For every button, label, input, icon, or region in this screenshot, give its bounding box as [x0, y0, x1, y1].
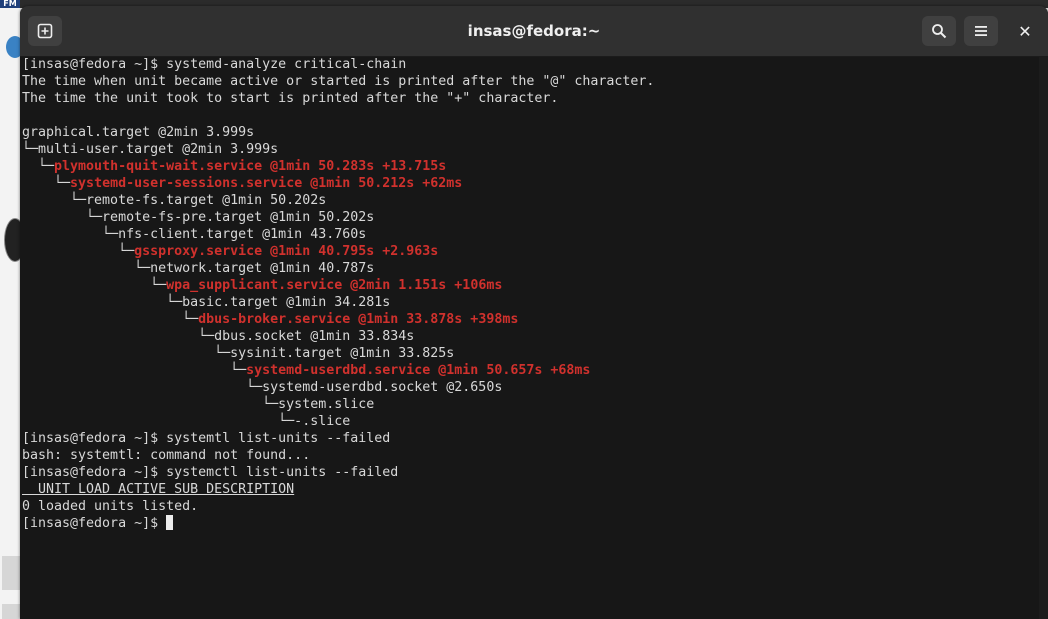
- search-icon: [932, 24, 947, 39]
- terminal-text: └─remote-fs-pre.target @1min 50.202s: [22, 210, 375, 225]
- terminal-text: [insas@fedora ~]$: [22, 516, 167, 531]
- terminal-line: graphical.target @2min 3.999s: [22, 124, 1036, 141]
- close-icon: ✕: [1018, 21, 1032, 41]
- terminal-text: [insas@fedora ~]$ systemd-analyze critic…: [22, 57, 407, 72]
- terminal-line: └─dbus.socket @1min 33.834s: [22, 328, 1036, 345]
- failed-unit-text: dbus-broker.service @1min 33.878s +398ms: [198, 312, 519, 327]
- terminal-line: └─systemd-user-sessions.service @1min 50…: [22, 175, 1036, 192]
- background-link-icon: [2, 556, 20, 590]
- terminal-text: └─dbus.socket @1min 33.834s: [22, 329, 415, 344]
- terminal-line: └─basic.target @1min 34.281s: [22, 294, 1036, 311]
- terminal-line: └─network.target @1min 40.787s: [22, 260, 1036, 277]
- terminal-window[interactable]: insas@fedora:~ ✕ [insas@fedora ~]$ syste…: [20, 6, 1048, 619]
- terminal-text: The time when unit became active or star…: [22, 74, 655, 89]
- terminal-line: The time when unit became active or star…: [22, 73, 1036, 90]
- terminal-line: └─dbus-broker.service @1min 33.878s +398…: [22, 311, 1036, 328]
- terminal-text: └─basic.target @1min 34.281s: [22, 295, 391, 310]
- terminal-text: └─system.slice: [22, 397, 375, 412]
- terminal-line: The time the unit took to start is print…: [22, 90, 1036, 107]
- terminal-text: [insas@fedora ~]$ systemctl list-units -…: [22, 465, 399, 480]
- terminal-text: └─-.slice: [22, 414, 351, 429]
- failed-unit-text: wpa_supplicant.service @2min 1.151s +106…: [166, 278, 503, 293]
- terminal-line: └─systemd-userdbd.socket @2.650s: [22, 379, 1036, 396]
- terminal-text: bash: systemtl: command not found...: [22, 448, 311, 463]
- terminal-text: graphical.target @2min 3.999s: [22, 125, 255, 140]
- terminal-text: └─: [22, 278, 167, 293]
- terminal-text: The time the unit took to start is print…: [22, 91, 559, 106]
- terminal-line: └─systemd-userdbd.service @1min 50.657s …: [22, 362, 1036, 379]
- close-button[interactable]: ✕: [1010, 16, 1040, 46]
- failed-unit-text: plymouth-quit-wait.service @1min 50.283s…: [54, 159, 447, 174]
- terminal-line: └─wpa_supplicant.service @2min 1.151s +1…: [22, 277, 1036, 294]
- terminal-line: [insas@fedora ~]$: [22, 515, 1036, 532]
- terminal-text: └─sysinit.target @1min 33.825s: [22, 346, 455, 361]
- terminal-line: └─nfs-client.target @1min 43.760s: [22, 226, 1036, 243]
- terminal-line: [insas@fedora ~]$ systemd-analyze critic…: [22, 56, 1036, 73]
- terminal-text: └─: [22, 176, 71, 191]
- terminal-text: 0 loaded units listed.: [22, 499, 199, 514]
- terminal-text: └─network.target @1min 40.787s: [22, 261, 375, 276]
- terminal-text: └─: [22, 363, 247, 378]
- terminal-line: [insas@fedora ~]$ systemctl list-units -…: [22, 464, 1036, 481]
- terminal-line: └─-.slice: [22, 413, 1036, 430]
- terminal-text: └─systemd-userdbd.socket @2.650s: [22, 380, 503, 395]
- background-panel: [2, 604, 20, 619]
- new-tab-button[interactable]: [28, 16, 62, 46]
- terminal-text: UNIT LOAD ACTIVE SUB DESCRIPTION: [22, 482, 295, 497]
- terminal-text: └─nfs-client.target @1min 43.760s: [22, 227, 367, 242]
- window-title: insas@fedora:~: [467, 22, 601, 40]
- terminal-output[interactable]: [insas@fedora ~]$ systemd-analyze critic…: [22, 56, 1036, 616]
- new-tab-icon: [37, 23, 53, 39]
- failed-unit-text: systemd-userdbd.service @1min 50.657s +6…: [246, 363, 591, 378]
- terminal-line: └─gssproxy.service @1min 40.795s +2.963s: [22, 243, 1036, 260]
- terminal-line: └─remote-fs-pre.target @1min 50.202s: [22, 209, 1036, 226]
- failed-unit-text: systemd-user-sessions.service @1min 50.2…: [70, 176, 463, 191]
- failed-unit-text: gssproxy.service @1min 40.795s +2.963s: [134, 244, 439, 259]
- terminal-line: └─system.slice: [22, 396, 1036, 413]
- terminal-text: └─: [22, 312, 199, 327]
- terminal-line: └─remote-fs.target @1min 50.202s: [22, 192, 1036, 209]
- terminal-line: └─plymouth-quit-wait.service @1min 50.28…: [22, 158, 1036, 175]
- terminal-line: UNIT LOAD ACTIVE SUB DESCRIPTION: [22, 481, 1036, 498]
- terminal-text: └─remote-fs.target @1min 50.202s: [22, 193, 327, 208]
- terminal-line: └─multi-user.target @2min 3.999s: [22, 141, 1036, 158]
- terminal-line: [insas@fedora ~]$ systemtl list-units --…: [22, 430, 1036, 447]
- terminal-text: └─multi-user.target @2min 3.999s: [22, 142, 279, 157]
- scrollbar[interactable]: [1039, 57, 1048, 619]
- terminal-text: [insas@fedora ~]$ systemtl list-units --…: [22, 431, 391, 446]
- terminal-line: 0 loaded units listed.: [22, 498, 1036, 515]
- hamburger-menu-icon: [975, 26, 987, 36]
- terminal-text: └─: [22, 244, 135, 259]
- terminal-line: bash: systemtl: command not found...: [22, 447, 1036, 464]
- background-fm-icon: FM: [0, 0, 20, 8]
- text-cursor: [166, 515, 174, 530]
- terminal-line: └─sysinit.target @1min 33.825s: [22, 345, 1036, 362]
- terminal-text: └─: [22, 159, 55, 174]
- background-page-edge: [0, 8, 20, 619]
- menu-button[interactable]: [964, 16, 998, 46]
- titlebar: insas@fedora:~ ✕: [20, 6, 1048, 57]
- search-button[interactable]: [922, 16, 956, 46]
